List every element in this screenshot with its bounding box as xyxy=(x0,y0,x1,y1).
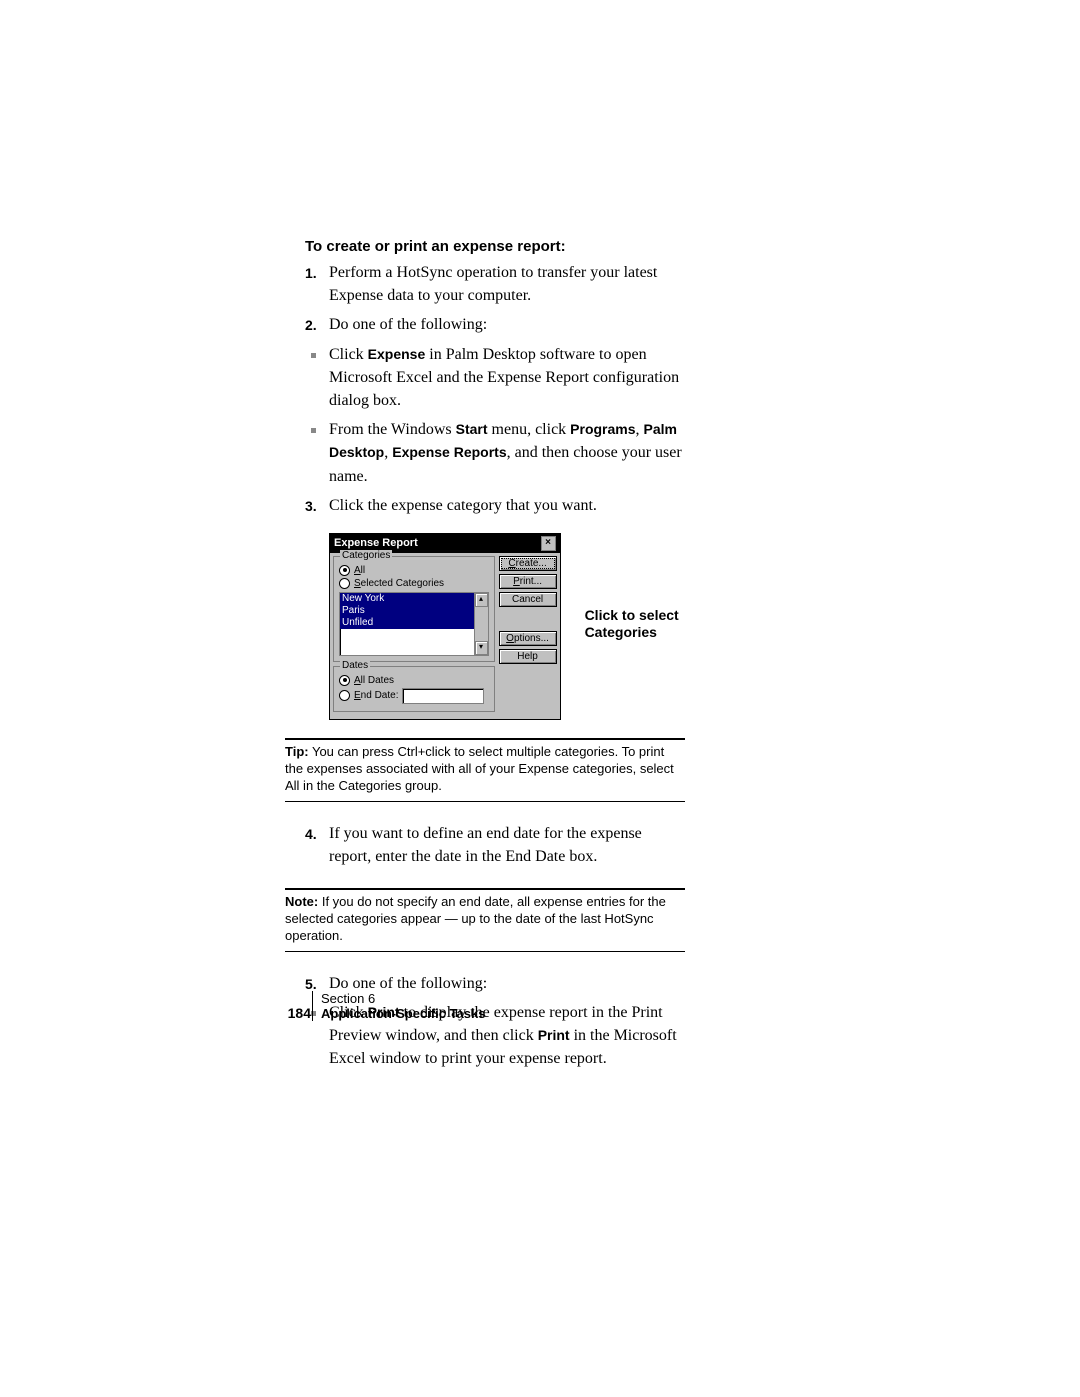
list-item[interactable]: Unfiled xyxy=(340,617,474,629)
radio-icon xyxy=(339,578,350,589)
page: To create or print an expense report: 1.… xyxy=(0,0,1080,1397)
footer-chapter: Application-Specific Tasks xyxy=(312,1006,485,1021)
ordered-steps: 1.Perform a HotSync operation to transfe… xyxy=(285,261,685,337)
step-2-text: Do one of the following: xyxy=(329,316,487,333)
step-4-text: If you want to define an end date for th… xyxy=(329,825,642,865)
scrollbar[interactable]: ▴ ▾ xyxy=(474,593,488,655)
note-box: Note: If you do not specify an end date,… xyxy=(285,888,685,952)
step-2a: Click Expense in Palm Desktop software t… xyxy=(305,343,685,413)
dialog-left-pane: Categories All Selected Categories New Y… xyxy=(333,556,495,716)
dialog-title: Expense Report xyxy=(334,537,418,549)
step-2b: From the Windows Start menu, click Progr… xyxy=(305,418,685,488)
help-button[interactable]: Help xyxy=(499,649,557,664)
cancel-button[interactable]: Cancel xyxy=(499,592,557,607)
step-4: 4.If you want to define an end date for … xyxy=(305,822,685,868)
tip-text: You can press Ctrl+click to select multi… xyxy=(285,744,674,793)
step-3-text: Click the expense category that you want… xyxy=(329,497,597,514)
tip-box: Tip: You can press Ctrl+click to select … xyxy=(285,738,685,802)
categories-group: Categories All Selected Categories New Y… xyxy=(333,556,495,662)
step-3: 3.Click the expense category that you wa… xyxy=(305,494,685,517)
dates-label: Dates xyxy=(340,660,370,671)
list-items: New York Paris Unfiled xyxy=(340,593,474,655)
note-text: If you do not specify an end date, all e… xyxy=(285,894,666,943)
dialog-button-column: Create... Print... Cancel Options... Hel… xyxy=(499,556,557,716)
step-1-text: Perform a HotSync operation to transfer … xyxy=(329,264,657,304)
footer-section: Section 6 xyxy=(312,991,485,1006)
expense-report-dialog: Expense Report × Categories All Selected… xyxy=(329,533,561,720)
create-button[interactable]: Create... xyxy=(499,556,557,571)
dialog-body: Categories All Selected Categories New Y… xyxy=(330,553,560,719)
figure: Expense Report × Categories All Selected… xyxy=(329,533,685,720)
radio-selected-categories[interactable]: Selected Categories xyxy=(339,578,489,589)
radio-icon xyxy=(339,690,350,701)
step-2: 2.Do one of the following: xyxy=(305,313,685,336)
list-item[interactable]: New York xyxy=(340,593,474,605)
categories-label: Categories xyxy=(340,550,392,561)
scroll-down-icon[interactable]: ▾ xyxy=(475,641,488,655)
note-label: Note: xyxy=(285,894,318,909)
tip-label: Tip: xyxy=(285,744,309,759)
radio-all[interactable]: All xyxy=(339,565,489,576)
step-1: 1.Perform a HotSync operation to transfe… xyxy=(305,261,685,307)
radio-end-date[interactable]: End Date: xyxy=(339,688,489,704)
section-heading: To create or print an expense report: xyxy=(305,238,685,255)
radio-icon xyxy=(339,565,350,576)
end-date-field[interactable] xyxy=(402,688,484,704)
ordered-steps-cont2: 4.If you want to define an end date for … xyxy=(285,822,685,868)
step-2-sublist: Click Expense in Palm Desktop software t… xyxy=(285,343,685,488)
list-item[interactable]: Paris xyxy=(340,605,474,617)
dates-group: Dates All Dates End Date: xyxy=(333,666,495,712)
figure-callout: Click to select Categories xyxy=(585,607,685,720)
scroll-up-icon[interactable]: ▴ xyxy=(475,593,488,607)
options-button[interactable]: Options... xyxy=(499,631,557,646)
page-number: 184 xyxy=(275,1005,315,1021)
step-5-text: Do one of the following: xyxy=(329,975,487,992)
print-button[interactable]: Print... xyxy=(499,574,557,589)
close-icon[interactable]: × xyxy=(541,536,556,551)
page-footer: Section 6 Application-Specific Tasks 184 xyxy=(274,991,485,1021)
radio-all-dates[interactable]: All Dates xyxy=(339,675,489,686)
radio-icon xyxy=(339,675,350,686)
ordered-steps-cont1: 3.Click the expense category that you wa… xyxy=(285,494,685,517)
categories-listbox[interactable]: New York Paris Unfiled ▴ ▾ xyxy=(339,592,489,656)
